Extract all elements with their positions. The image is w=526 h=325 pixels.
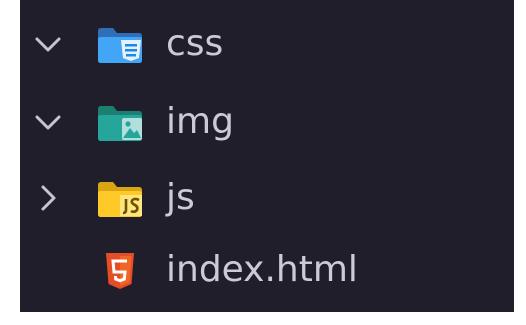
file-explorer-tree: css img js index.html [20, 0, 514, 312]
tree-item-js-folder[interactable]: js [20, 164, 514, 236]
tree-item-label: js [166, 177, 195, 218]
chevron-right-icon[interactable] [32, 182, 64, 214]
image-folder-icon [98, 106, 142, 141]
tree-item-img-folder[interactable]: img [20, 88, 514, 160]
tree-item-css-folder[interactable]: css [20, 10, 514, 82]
tree-item-label: css [166, 23, 224, 64]
chevron-down-icon[interactable] [32, 106, 64, 138]
js-folder-icon [98, 182, 142, 217]
html5-icon [106, 253, 134, 289]
chevron-down-icon[interactable] [32, 28, 64, 60]
tree-item-label: index.html [166, 249, 358, 290]
tree-item-index-html[interactable]: index.html [20, 236, 514, 308]
css-folder-icon [98, 28, 142, 63]
tree-item-label: img [166, 101, 234, 142]
